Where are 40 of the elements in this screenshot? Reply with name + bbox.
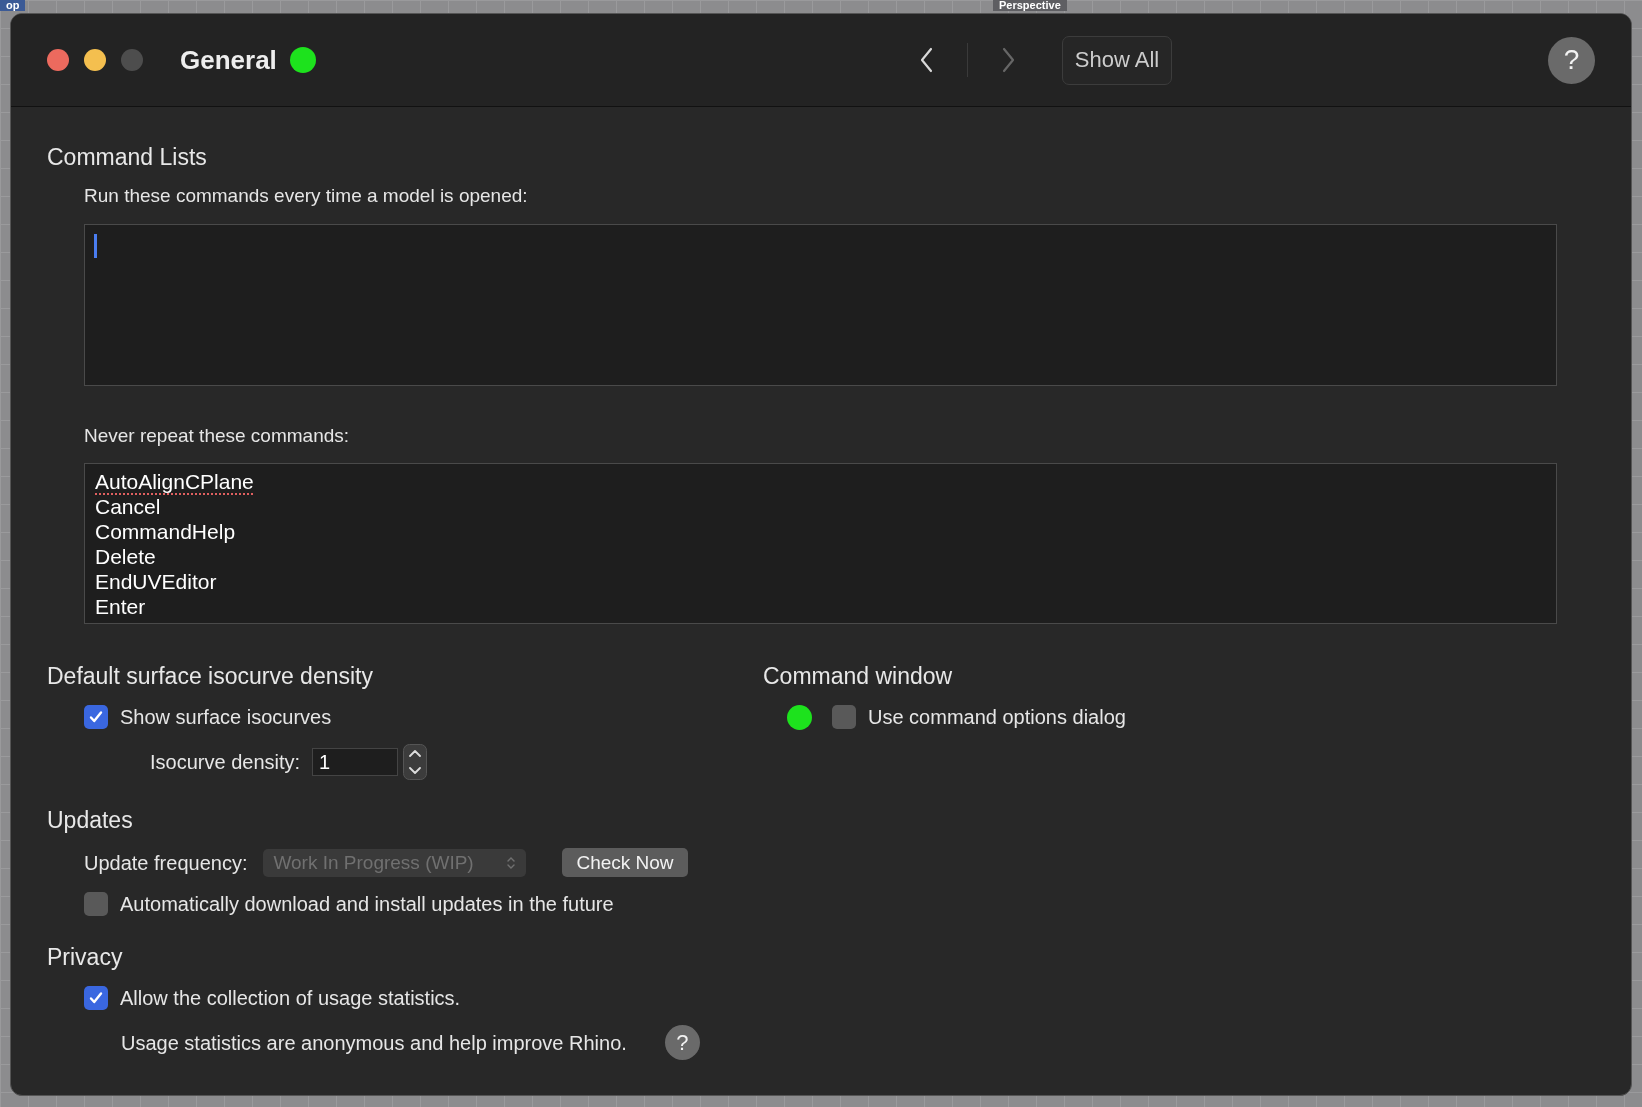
forward-icon[interactable] bbox=[1000, 47, 1015, 73]
field-label: Isocurve density: bbox=[150, 750, 301, 775]
command-input-field[interactable] bbox=[84, 224, 1557, 386]
checkbox[interactable] bbox=[832, 705, 856, 729]
viewport-tab[interactable]: op bbox=[0, 0, 26, 11]
checkbox[interactable] bbox=[84, 986, 108, 1010]
stepper-icon[interactable] bbox=[403, 744, 428, 780]
checkbox-label: Show surface isocurves bbox=[120, 705, 332, 730]
list-item[interactable]: CommandHelp bbox=[95, 519, 236, 544]
list-item[interactable]: Delete bbox=[95, 544, 156, 569]
density-field[interactable]: 1 bbox=[312, 748, 399, 776]
note-text: Usage statistics are anonymous and help improve Rhino. bbox=[121, 1030, 627, 1056]
section-heading: Command Lists bbox=[47, 143, 208, 171]
checkbox[interactable] bbox=[84, 705, 108, 729]
checkbox[interactable] bbox=[84, 892, 108, 916]
checkbox-label: Allow the collection of usage statistics. bbox=[120, 986, 461, 1011]
section-heading: Updates bbox=[47, 806, 134, 834]
help-button[interactable]: ? bbox=[664, 1025, 700, 1060]
field-label: Run these commands every time a model is opened: bbox=[84, 184, 529, 208]
list-item[interactable]: EndUVEditor bbox=[95, 569, 217, 594]
list-item[interactable]: Cancel bbox=[95, 494, 161, 519]
field-label: Update frequency: bbox=[84, 850, 248, 876]
check-now-button[interactable]: Check Now bbox=[562, 848, 688, 877]
section-heading: Privacy bbox=[47, 943, 124, 971]
minimize-button[interactable] bbox=[84, 49, 106, 71]
help-button[interactable]: ? bbox=[1548, 36, 1595, 84]
checkbox-label: Automatically download and install updates in the future bbox=[120, 892, 614, 917]
close-button[interactable] bbox=[47, 49, 69, 71]
checkmark-icon bbox=[88, 709, 104, 725]
section-heading: Default surface isocurve density bbox=[47, 662, 374, 690]
field-label: Never repeat these commands: bbox=[84, 424, 351, 448]
show-all-button[interactable]: Show All bbox=[1061, 35, 1173, 85]
checkbox-label: Use command options dialog bbox=[868, 705, 1126, 730]
list-item[interactable]: Enter bbox=[95, 594, 146, 619]
back-icon[interactable] bbox=[919, 47, 934, 73]
viewport-tab[interactable]: Perspective bbox=[993, 0, 1067, 11]
section-heading: Command window bbox=[763, 662, 954, 690]
checkmark-icon bbox=[88, 990, 104, 1006]
window-title: General bbox=[180, 44, 277, 76]
list-item[interactable]: AutoAlignCPlane bbox=[95, 469, 254, 494]
